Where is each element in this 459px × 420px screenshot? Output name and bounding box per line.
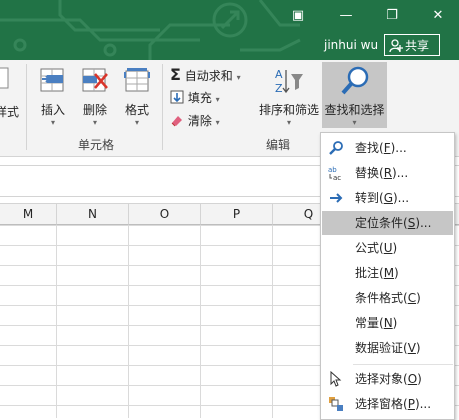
search-icon xyxy=(329,141,343,155)
menu-item-label: 公式(U) xyxy=(355,241,398,255)
column-letter: N xyxy=(88,207,97,221)
menu-item-data-validation[interactable]: 数据验证(V) xyxy=(322,336,453,360)
selection-pane-icon xyxy=(329,397,343,411)
sort-filter-icon: A Z xyxy=(275,68,303,95)
menu-item-label: 转到(G)... xyxy=(355,191,410,205)
share-label: 共享 xyxy=(405,39,430,53)
group-separator xyxy=(26,64,27,150)
magnifier-icon xyxy=(341,66,368,95)
find-select-button[interactable]: 查找和选择 ▾ xyxy=(322,66,387,127)
column-letter: P xyxy=(232,207,241,221)
column-letter: Q xyxy=(303,207,314,221)
svg-text:A: A xyxy=(275,68,283,81)
fill-label: 填充 xyxy=(187,91,212,105)
cell-styles-button[interactable]: 样式 xyxy=(0,66,20,120)
delete-cells-icon xyxy=(82,68,108,92)
styles-icon xyxy=(0,67,9,89)
person-icon xyxy=(389,39,403,53)
clear-label: 清除 xyxy=(187,114,212,128)
insert-button[interactable]: 插入 ▾ xyxy=(34,66,72,127)
svg-text:ac: ac xyxy=(333,174,341,181)
menu-item-constants[interactable]: 常量(N) xyxy=(322,311,453,335)
menu-item-label: 批注(M) xyxy=(355,266,399,280)
format-cells-icon xyxy=(124,68,150,92)
menu-item-label: 查找(F)... xyxy=(355,141,407,155)
menu-item-replace[interactable]: ab ac 替换(R)... xyxy=(322,161,453,185)
select-objects-icon xyxy=(330,371,342,387)
ribbon-display-icon[interactable]: ▣ xyxy=(290,8,306,24)
chevron-down-icon: ▾ xyxy=(215,95,220,104)
menu-item-label: 定位条件(S)... xyxy=(355,216,432,230)
chevron-down-icon: ▾ xyxy=(236,73,241,82)
share-button[interactable]: 共享 xyxy=(384,34,440,56)
group-separator xyxy=(162,64,163,150)
title-bar: ▣ — ❐ ✕ jinhui wu 共享 xyxy=(0,0,459,60)
menu-item-select-objects[interactable]: 选择对象(O) xyxy=(322,367,453,391)
menu-item-label: 常量(N) xyxy=(355,316,398,330)
column-header-n[interactable]: N xyxy=(57,204,129,225)
autosum-label: 自动求和 xyxy=(184,69,233,83)
insert-cells-icon xyxy=(40,68,64,92)
close-icon[interactable]: ✕ xyxy=(430,8,446,24)
menu-item-comments[interactable]: 批注(M) xyxy=(322,261,453,285)
chevron-down-icon: ▾ xyxy=(215,118,220,127)
fill-button[interactable]: 填充 ▾ xyxy=(170,88,220,108)
user-name[interactable]: jinhui wu xyxy=(324,38,378,52)
cell-styles-label: 样式 xyxy=(0,105,19,119)
column-letter: O xyxy=(159,207,170,221)
chevron-down-icon: ▾ xyxy=(92,118,97,127)
insert-label: 插入 xyxy=(40,103,65,117)
menu-item-find[interactable]: 查找(F)... xyxy=(322,136,453,160)
eraser-icon xyxy=(171,116,182,127)
sigma-icon: Σ xyxy=(170,65,181,84)
format-label: 格式 xyxy=(124,103,149,117)
column-header-m[interactable]: M xyxy=(0,204,57,225)
chevron-down-icon: ▾ xyxy=(286,118,291,127)
sort-filter-button[interactable]: A Z 排序和筛选 ▾ xyxy=(256,66,322,127)
delete-button[interactable]: 删除 ▾ xyxy=(76,66,114,127)
find-select-menu: 查找(F)... ab ac 替换(R)... 转到(G)... 定位条件(S).… xyxy=(320,132,455,420)
menu-separator xyxy=(353,364,453,365)
restore-icon[interactable]: ❐ xyxy=(384,8,400,24)
svg-text:ab: ab xyxy=(328,166,337,174)
menu-item-selection-pane[interactable]: 选择窗格(P)... xyxy=(322,392,453,416)
menu-item-goto[interactable]: 转到(G)... xyxy=(322,186,453,210)
menu-item-label: 选择对象(O) xyxy=(355,372,422,386)
menu-item-goto-special[interactable]: 定位条件(S)... xyxy=(322,211,453,235)
fill-down-icon xyxy=(170,90,184,104)
chevron-down-icon: ▾ xyxy=(352,118,357,127)
autosum-button[interactable]: Σ 自动求和 ▾ xyxy=(170,65,241,85)
find-select-label: 查找和选择 xyxy=(324,103,385,117)
menu-item-label: 选择窗格(P)... xyxy=(355,397,432,411)
menu-item-label: 条件格式(C) xyxy=(355,291,421,305)
column-letter: M xyxy=(22,207,34,221)
column-header-p[interactable]: P xyxy=(201,204,273,225)
menu-item-conditional-formatting[interactable]: 条件格式(C) xyxy=(322,286,453,310)
menu-item-label: 数据验证(V) xyxy=(355,341,421,355)
menu-item-formulas[interactable]: 公式(U) xyxy=(322,236,453,260)
menu-item-label: 替换(R)... xyxy=(355,166,409,180)
svg-text:Z: Z xyxy=(275,82,283,95)
sort-filter-label: 排序和筛选 xyxy=(258,103,319,117)
arrow-right-icon xyxy=(330,193,343,203)
delete-label: 删除 xyxy=(82,103,107,117)
clear-button[interactable]: 清除 ▾ xyxy=(170,111,220,131)
minimize-icon[interactable]: — xyxy=(338,8,354,24)
cells-group-label: 单元格 xyxy=(78,138,115,152)
column-header-o[interactable]: O xyxy=(129,204,201,225)
chevron-down-icon: ▾ xyxy=(50,118,55,127)
replace-icon: abac xyxy=(328,166,341,181)
editing-group-label: 编辑 xyxy=(266,138,291,152)
chevron-down-icon: ▾ xyxy=(134,118,139,127)
format-button[interactable]: 格式 ▾ xyxy=(118,66,156,127)
